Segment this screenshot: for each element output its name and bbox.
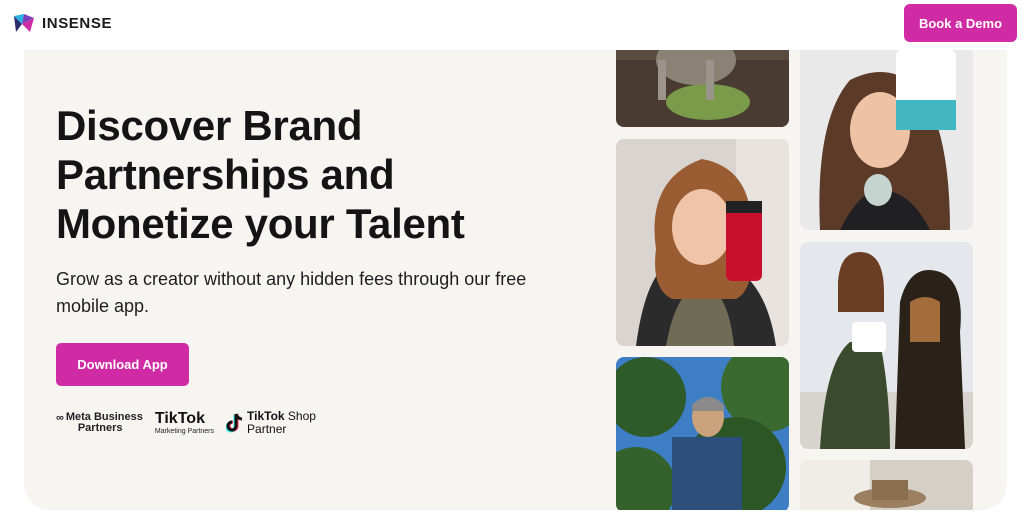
- creator-photo-hat: [800, 460, 973, 510]
- tiktok-shop-partner: Partner: [247, 422, 287, 436]
- tiktok-icon: [226, 413, 243, 433]
- meta-partner-line2: Partners: [77, 422, 123, 434]
- hero-section: Discover Brand Partnerships and Monetize…: [24, 50, 1007, 510]
- tiktok-marketing-partners-logo: TikTok Marketing Partners: [155, 410, 214, 436]
- logo-text: INSENSE: [42, 14, 113, 32]
- hero-subtext: Grow as a creator without any hidden fee…: [56, 269, 527, 316]
- creator-photo-tree: [616, 357, 789, 510]
- creator-photo-dog: [800, 242, 973, 449]
- top-navbar: INSENSE Book a Demo: [0, 0, 1024, 50]
- creator-photo-product-smile: [800, 50, 973, 230]
- headline-line: Partnerships and: [56, 151, 395, 198]
- insense-logo-icon: [14, 14, 34, 32]
- book-demo-button[interactable]: Book a Demo: [904, 4, 1017, 42]
- download-app-button[interactable]: Download App: [56, 343, 189, 386]
- tiktok-sub: Marketing Partners: [154, 428, 215, 435]
- tiktok-shop-bold: TikTok: [247, 409, 285, 423]
- logo[interactable]: INSENSE: [12, 12, 112, 34]
- meta-business-partners-logo: ∞ Meta Business Partners: [56, 412, 143, 434]
- hero-headline: Discover Brand Partnerships and Monetize…: [56, 101, 556, 248]
- partner-logos: ∞ Meta Business Partners TikTok Marketin…: [56, 408, 316, 438]
- headline-line: Monetize your Talent: [56, 200, 465, 247]
- tiktok-shop-rest: Shop: [284, 409, 316, 423]
- tiktok-shop-partner-logo: TikTok Shop Partner: [226, 410, 316, 436]
- tiktok-name: TikTok: [154, 410, 205, 427]
- creator-photo-cat: [616, 50, 789, 127]
- headline-line: Discover Brand: [56, 102, 363, 149]
- meta-icon: ∞: [56, 412, 64, 424]
- creator-photo-supplement-selfie: [616, 139, 789, 346]
